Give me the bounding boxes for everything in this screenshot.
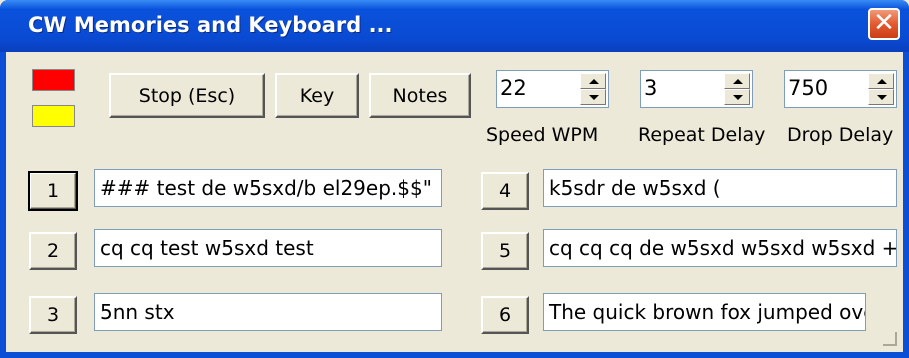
speed-wpm-spinner[interactable]: 22 [496,70,609,108]
speed-down-arrow-icon[interactable] [580,89,606,105]
status-indicator-yellow [32,105,75,127]
repeat-delay-value[interactable]: 3 [644,76,657,100]
drop-up-arrow-icon[interactable] [868,73,894,89]
memory-4-button[interactable]: 4 [481,172,529,210]
memory-3-button[interactable]: 3 [29,296,77,334]
key-button[interactable]: Key [275,73,359,118]
repeat-delay-label: Repeat Delay [638,124,766,146]
title-bar[interactable]: CW Memories and Keyboard ... ✕ [0,0,909,52]
speed-wpm-value[interactable]: 22 [500,76,527,100]
drop-delay-spinner[interactable]: 750 [784,70,897,108]
window-title: CW Memories and Keyboard ... [28,13,393,37]
memory-1-field[interactable]: ### test de w5sxd/b el29ep.$$" [94,169,442,207]
memory-1-button[interactable]: 1 [28,171,78,211]
memory-4-field[interactable]: k5sdr de w5sxd ( [543,169,897,207]
drop-delay-value[interactable]: 750 [788,76,828,100]
client-area: Stop (Esc) Key Notes 22 Speed WPM 3 Repe… [6,52,903,352]
cw-memories-window: CW Memories and Keyboard ... ✕ Stop (Esc… [0,0,909,358]
speed-up-arrow-icon[interactable] [580,73,606,89]
memory-2-field[interactable]: cq cq test w5sxd test [94,229,442,267]
status-indicator-red [32,69,75,91]
drop-delay-spin-buttons [868,73,894,105]
speed-wpm-spin-buttons [580,73,606,105]
speed-wpm-label: Speed WPM [486,124,599,146]
memory-5-button[interactable]: 5 [481,232,529,270]
memory-6-button[interactable]: 6 [481,296,529,334]
memory-5-field[interactable]: cq cq cq de w5sxd w5sxd w5sxd +k [543,229,897,267]
stop-button[interactable]: Stop (Esc) [109,73,265,118]
drop-down-arrow-icon[interactable] [868,89,894,105]
resize-grip-icon[interactable] [883,332,897,346]
repeat-delay-spinner[interactable]: 3 [640,70,753,108]
drop-delay-label: Drop Delay [787,124,894,146]
close-icon[interactable]: ✕ [868,8,900,40]
notes-button[interactable]: Notes [369,73,471,118]
repeat-delay-spin-buttons [724,73,750,105]
memory-6-field[interactable]: The quick brown fox jumped ove [543,293,866,331]
memory-3-field[interactable]: 5nn stx [94,293,442,331]
repeat-down-arrow-icon[interactable] [724,89,750,105]
repeat-up-arrow-icon[interactable] [724,73,750,89]
memory-2-button[interactable]: 2 [29,232,77,270]
